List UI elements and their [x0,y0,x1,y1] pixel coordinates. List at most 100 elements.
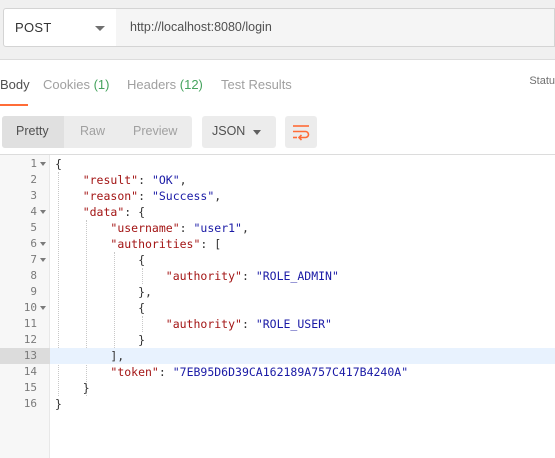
json-punctuation [55,221,110,235]
json-punctuation: { [55,253,146,267]
code-text: { [55,157,62,171]
line-number: 13 [23,349,37,362]
json-string: "7EB95D6D39CA162189A757C417B4240A" [172,365,409,379]
json-punctuation [55,365,110,379]
json-punctuation: } [55,397,62,411]
json-key: "reason" [82,189,139,203]
code-text: "authorities": [ [55,237,221,251]
code-line: 14 "token": "7EB95D6D39CA162189A757C417B… [0,364,555,380]
code-line: 8 "authority": "ROLE_ADMIN" [0,268,555,284]
line-number: 4 [30,205,37,218]
tab-test-results[interactable]: Test Results [221,77,292,92]
code-line: 10 { [0,300,555,316]
line-number: 12 [23,333,37,346]
format-select[interactable]: JSON [202,116,276,148]
line-number: 11 [23,317,37,330]
code-line: 12 } [0,332,555,348]
line-number-cell: 4 [0,204,50,220]
code-line: 11 "authority": "ROLE_USER" [0,316,555,332]
json-punctuation: } [55,381,90,395]
code-text: } [55,333,145,347]
code-line: 13 ], [0,348,555,364]
chevron-down-icon [253,130,261,135]
code-text: { [55,253,145,267]
code-text: "token": "7EB95D6D39CA162189A757C417B424… [55,365,408,379]
line-number: 2 [30,173,37,186]
json-punctuation: : [241,317,256,331]
json-punctuation [55,317,166,331]
code-text: "authority": "ROLE_USER" [55,317,332,331]
code-text: "result": "OK", [55,173,187,187]
line-number-cell: 2 [0,172,50,188]
json-punctuation: { [55,157,62,171]
response-toolbar: Pretty Raw Preview JSON [0,106,555,154]
json-punctuation [55,189,83,203]
json-punctuation: : [179,221,194,235]
json-punctuation [55,269,166,283]
line-number: 3 [30,189,37,202]
line-number: 7 [30,253,37,266]
url-input[interactable]: http://localhost:8080/login [116,8,555,47]
line-number-cell: 8 [0,268,50,284]
fold-arrow-icon[interactable] [40,162,46,166]
code-line: 4 "data": { [0,204,555,220]
code-line: 1{ [0,156,555,172]
line-number: 16 [23,397,37,410]
code-line: 16} [0,396,555,412]
json-string: "ROLE_ADMIN" [255,269,339,283]
line-number: 6 [30,237,37,250]
code-text: } [55,397,62,411]
wrap-lines-button[interactable] [285,116,317,148]
line-number: 14 [23,365,37,378]
response-body-editor[interactable]: 1{2 "result": "OK", 3 "reason": "Success"… [0,154,555,458]
request-bar: POST http://localhost:8080/login [0,0,555,60]
line-number-cell: 6 [0,236,50,252]
url-value: http://localhost:8080/login [130,20,272,34]
line-number-cell: 13 [0,348,50,364]
line-number-cell: 5 [0,220,50,236]
json-punctuation: } [55,333,146,347]
preview-button[interactable]: Preview [133,124,177,138]
headers-count: (12) [179,77,203,92]
fold-arrow-icon[interactable] [40,306,46,310]
code-text: ], [55,349,124,363]
pretty-button[interactable]: Pretty [2,116,64,148]
fold-arrow-icon[interactable] [40,242,46,246]
line-number-cell: 14 [0,364,50,380]
tab-cookies-label: Cookies [43,77,90,92]
wrap-lines-icon [293,125,310,141]
line-number-cell: 12 [0,332,50,348]
json-key: "data" [82,205,125,219]
code-text: "reason": "Success", [55,189,222,203]
line-number-cell: 9 [0,284,50,300]
line-number-cell: 3 [0,188,50,204]
tab-body[interactable]: Body [0,77,30,92]
json-key: "token" [110,365,159,379]
json-key: "authority" [165,269,242,283]
method-select[interactable]: POST [3,8,117,47]
json-punctuation: : [158,365,173,379]
line-number-cell: 16 [0,396,50,412]
code-text: } [55,381,90,395]
json-key: "username" [110,221,180,235]
tab-headers-label: Headers [127,77,177,92]
line-number-cell: 10 [0,300,50,316]
tab-cookies[interactable]: Cookies (1) [43,77,109,92]
json-punctuation: }, [55,285,152,299]
code-line: 7 { [0,252,555,268]
chevron-down-icon [95,26,105,31]
code-text: { [55,301,145,315]
json-punctuation [55,173,83,187]
fold-arrow-icon[interactable] [40,210,46,214]
pretty-label: Pretty [16,124,49,138]
json-punctuation: : { [124,205,146,219]
code-line: 9 }, [0,284,555,300]
raw-button[interactable]: Raw [80,124,105,138]
line-number-cell: 1 [0,156,50,172]
fold-arrow-icon[interactable] [40,258,46,262]
cookies-count: (1) [93,77,110,92]
code-line: 2 "result": "OK", [0,172,555,188]
line-number-cell: 11 [0,316,50,332]
tab-headers[interactable]: Headers (12) [127,77,203,92]
json-string: "Success" [151,189,215,203]
